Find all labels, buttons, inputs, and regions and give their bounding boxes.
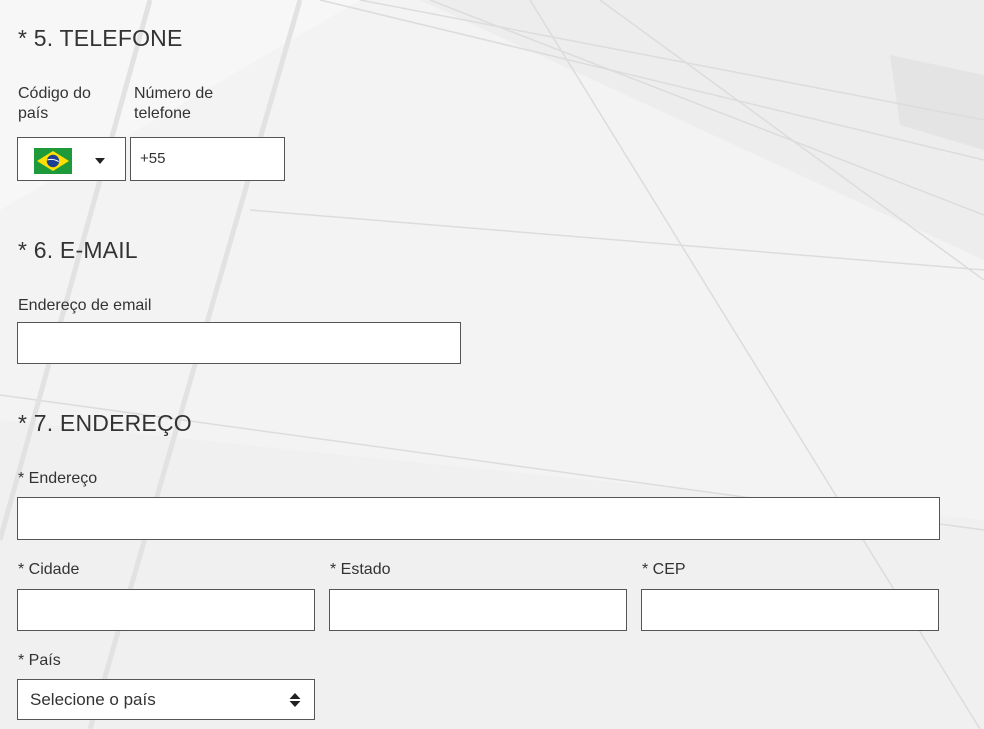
phone-number-label: Número de telefone (134, 84, 213, 124)
email-section-title: * 6. E-MAIL (18, 237, 138, 263)
state-input[interactable] (329, 589, 627, 631)
country-code-label-line1: Código do (18, 85, 91, 102)
zip-label: * CEP (642, 561, 686, 578)
state-label: * Estado (330, 561, 391, 578)
address-section-title: * 7. ENDEREÇO (18, 410, 192, 436)
email-label: Endereço de email (18, 297, 152, 314)
sort-updown-icon (289, 693, 301, 707)
address-label: * Endereço (18, 470, 98, 487)
country-code-label: Código do país (18, 84, 91, 124)
country-label: * País (18, 652, 61, 669)
zip-input[interactable] (641, 589, 939, 631)
country-select-value: Selecione o país (30, 690, 156, 709)
country-code-label-line2: país (18, 105, 49, 122)
phone-section-title: * 5. TELEFONE (18, 25, 183, 51)
phone-number-label-line2: telefone (134, 105, 191, 122)
phone-number-label-line1: Número de (134, 85, 214, 102)
chevron-down-icon (95, 158, 105, 164)
email-input[interactable] (17, 322, 461, 364)
brazil-flag-icon (34, 148, 72, 174)
city-input[interactable] (17, 589, 315, 631)
country-select[interactable]: Selecione o país (17, 679, 315, 720)
city-label: * Cidade (18, 561, 80, 578)
country-code-dropdown[interactable] (17, 137, 126, 181)
phone-number-input[interactable]: +55 (130, 137, 285, 181)
address-input[interactable] (17, 497, 940, 540)
